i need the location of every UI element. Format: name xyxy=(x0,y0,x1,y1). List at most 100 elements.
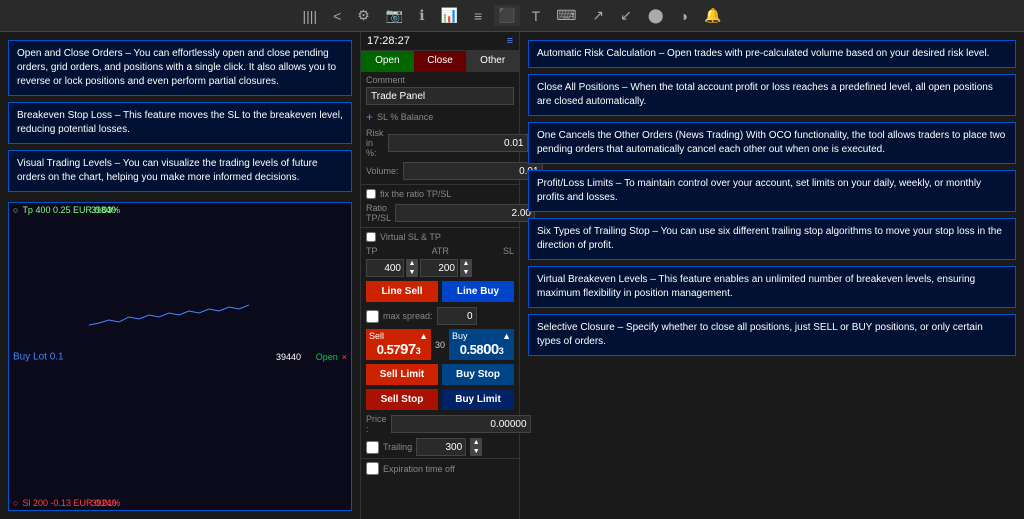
risk-row: Risk in %: ▲ ▼ xyxy=(361,126,519,160)
fix-ratio-checkbox[interactable] xyxy=(366,189,376,199)
bell-icon[interactable]: 🔔 xyxy=(700,5,725,26)
open-button-chart[interactable]: Open xyxy=(316,352,338,362)
atr-spinner: ▲ ▼ xyxy=(460,259,472,277)
ratio-label: Ratio TP/SL xyxy=(366,203,391,223)
buy-price-sup: 3 xyxy=(499,346,504,356)
tp-input[interactable] xyxy=(366,259,404,277)
buy-top: Buy ▲ xyxy=(452,331,511,341)
risk-label: Risk in %: xyxy=(366,128,384,158)
trailing-row: Trailing ▲ ▼ xyxy=(361,436,519,458)
back-icon[interactable]: < xyxy=(329,6,345,26)
divider-2 xyxy=(361,227,519,228)
trailing-up[interactable]: ▲ xyxy=(470,438,482,447)
buy-stop-button[interactable]: Buy Stop xyxy=(442,364,514,385)
info-icon[interactable]: ℹ xyxy=(415,5,428,26)
tp-down[interactable]: ▼ xyxy=(406,268,418,277)
atr-header: ATR xyxy=(432,246,449,256)
buy-arrow-up: ▲ xyxy=(502,331,511,341)
arrow-up-icon[interactable]: ↗ xyxy=(588,5,608,26)
text-icon[interactable]: T xyxy=(528,6,545,26)
chart-svg xyxy=(89,295,249,335)
info-box-visual: Visual Trading Levels – You can visualiz… xyxy=(8,150,352,192)
trailing-spinner: ▲ ▼ xyxy=(470,438,482,456)
sl-label: ○ Sl 200 -0.13 EUR 0.01% 39240 xyxy=(13,498,121,508)
line-buy-button[interactable]: Line Buy xyxy=(442,281,514,302)
left-panel: Open and Close Orders – You can effortle… xyxy=(0,32,360,519)
virtual-checkbox[interactable] xyxy=(366,232,376,242)
sell-arrow-up: ▲ xyxy=(419,331,428,341)
buy-limit-button[interactable]: Buy Limit xyxy=(442,389,514,410)
volume-row: Volume: xyxy=(361,160,519,182)
virtual-label: Virtual SL & TP xyxy=(380,232,441,242)
tp-up[interactable]: ▲ xyxy=(406,259,418,268)
tab-row: Open Close Other xyxy=(361,51,519,72)
spread-input[interactable] xyxy=(437,307,477,325)
tp-sl-header: TP ATR SL xyxy=(361,244,519,258)
list-icon[interactable]: ≡ xyxy=(470,6,486,26)
balance-plus-icon[interactable]: + xyxy=(366,110,373,124)
sl-header: SL xyxy=(503,246,514,256)
panel-menu-icon[interactable]: ≡ xyxy=(507,35,513,47)
info-box-oco: One Cancels the Other Orders (News Tradi… xyxy=(528,122,1016,164)
risk-input[interactable] xyxy=(388,134,528,152)
buy-side[interactable]: Buy ▲ 0.58 00 3 xyxy=(449,329,514,360)
max-spread-checkbox[interactable] xyxy=(366,310,379,323)
buy-price-display: 0.58 00 3 xyxy=(460,341,504,358)
expiry-checkbox[interactable] xyxy=(366,462,379,475)
keyboard-icon[interactable]: ⌨ xyxy=(552,5,580,26)
sell-price-big: 97 xyxy=(400,341,416,358)
info-box-open-close: Open and Close Orders – You can effortle… xyxy=(8,40,352,96)
line-sell-button[interactable]: Line Sell xyxy=(366,281,438,302)
ratio-input[interactable] xyxy=(395,204,535,222)
price-input[interactable] xyxy=(391,415,531,433)
tp-sl-inputs: ▲ ▼ ▲ ▼ xyxy=(361,258,519,278)
chart-open-close: Open × xyxy=(316,352,347,362)
info-box-profit-loss: Profit/Loss Limits – To maintain control… xyxy=(528,170,1016,212)
sell-stop-buy-limit-row: Sell Stop Buy Limit xyxy=(361,387,519,412)
sell-label: Sell xyxy=(369,331,384,341)
tab-other[interactable]: Other xyxy=(466,51,519,72)
tab-close[interactable]: Close xyxy=(414,51,467,72)
balance-row: + SL % Balance xyxy=(361,108,519,126)
chart-icon[interactable]: 📊 xyxy=(437,5,462,26)
trailing-label: Trailing xyxy=(383,442,412,452)
sell-limit-button[interactable]: Sell Limit xyxy=(366,364,438,385)
atr-input[interactable] xyxy=(420,259,458,277)
sl-balance-label: SL % Balance xyxy=(377,112,433,122)
arrow-down-icon[interactable]: ↙ xyxy=(616,5,636,26)
trailing-checkbox[interactable] xyxy=(366,441,379,454)
buy-label: Buy xyxy=(452,331,468,341)
settings-icon[interactable]: ⚙ xyxy=(353,5,374,26)
buy-price-small: 0.58 xyxy=(460,342,483,357)
circle-icon[interactable]: ⬤ xyxy=(644,5,668,26)
trade-icon[interactable]: ⬛ xyxy=(494,5,519,26)
expiry-row: Expiration time off xyxy=(361,458,519,478)
buy-price-big: 00 xyxy=(483,341,499,358)
info-box-virtual-breakeven: Virtual Breakeven Levels – This feature … xyxy=(528,266,1016,308)
atr-up[interactable]: ▲ xyxy=(460,259,472,268)
sell-stop-button[interactable]: Sell Stop xyxy=(366,389,438,410)
tp-spinner: ▲ ▼ xyxy=(406,259,418,277)
atr-down[interactable]: ▼ xyxy=(460,268,472,277)
sell-side[interactable]: Sell ▲ 0.57 97 3 xyxy=(366,329,431,360)
sell-price-small: 0.57 xyxy=(377,342,400,357)
ratio-row: Ratio TP/SL xyxy=(361,201,519,225)
buy-label: Buy Lot 0.1 xyxy=(13,351,64,362)
fix-ratio-row: fix the ratio TP/SL xyxy=(361,187,519,201)
sell-limit-buy-stop-row: Sell Limit Buy Stop xyxy=(361,362,519,387)
comment-section: Comment xyxy=(361,72,519,108)
trailing-down[interactable]: ▼ xyxy=(470,447,482,456)
info-box-breakeven: Breakeven Stop Loss – This feature moves… xyxy=(8,102,352,144)
half-circle-icon[interactable]: ◑ xyxy=(676,6,692,26)
comment-input[interactable] xyxy=(366,87,514,105)
tab-open[interactable]: Open xyxy=(361,51,414,72)
right-panel: Automatic Risk Calculation – Open trades… xyxy=(520,32,1024,519)
trailing-input[interactable] xyxy=(416,438,466,456)
bars-icon[interactable]: |||| xyxy=(299,6,322,26)
sellbuy-row: Sell ▲ 0.57 97 3 30 Buy ▲ xyxy=(366,329,514,360)
expiry-label: Expiration time off xyxy=(383,464,455,474)
sellbuy-section: Sell ▲ 0.57 97 3 30 Buy ▲ xyxy=(361,327,519,362)
close-button-chart[interactable]: × xyxy=(342,352,347,362)
camera-icon[interactable]: 📷 xyxy=(382,5,407,26)
spread-label: max spread: xyxy=(383,311,433,321)
